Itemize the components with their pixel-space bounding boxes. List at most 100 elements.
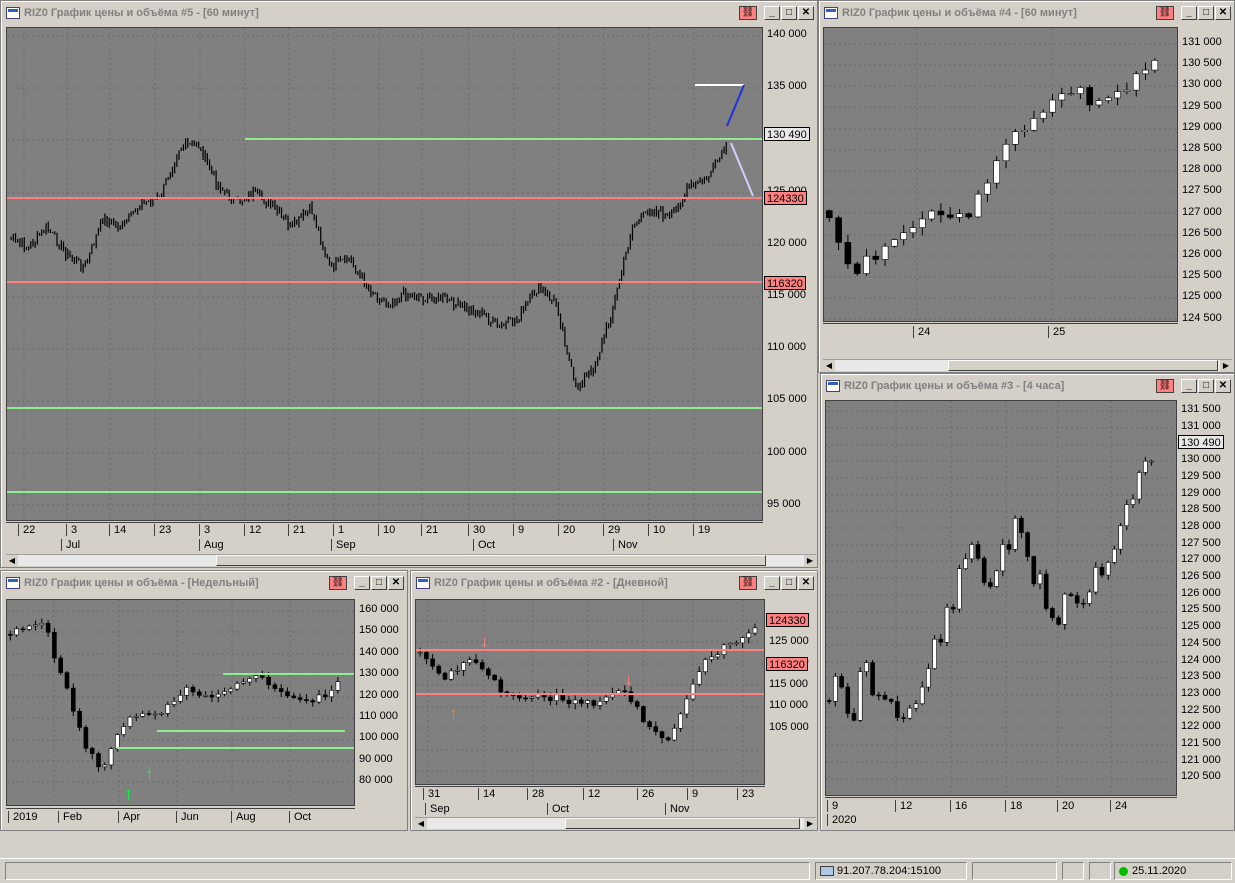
- scroll-right-icon[interactable]: ▶: [804, 555, 816, 566]
- candle-body: [1058, 93, 1066, 101]
- candle-body: [1081, 602, 1086, 605]
- price-tick-label: 130 000: [1182, 78, 1222, 91]
- price-tick-label: 131 000: [1181, 419, 1221, 432]
- scroll-left-icon[interactable]: ◀: [823, 360, 835, 371]
- close-button[interactable]: ✕: [388, 575, 404, 590]
- maximize-button[interactable]: □: [371, 575, 387, 590]
- horizontal-scrollbar[interactable]: ◀ ▶: [415, 817, 816, 829]
- chart-window-weekly[interactable]: RIZ0 График цены и объёма - [Недельный] …: [0, 570, 408, 831]
- server-connection-cell: 91.207.78.204:15100: [815, 862, 967, 880]
- price-tick-label: 126 000: [1182, 248, 1222, 260]
- window-titlebar[interactable]: RIZ0 График цены и объёма #2 - [Дневной]…: [413, 573, 815, 592]
- candle-body: [146, 713, 152, 715]
- minimize-button[interactable]: _: [1181, 378, 1197, 393]
- close-button[interactable]: ✕: [798, 5, 814, 20]
- minimize-button[interactable]: _: [354, 575, 370, 590]
- candle-body: [1114, 91, 1121, 99]
- candle-body: [1130, 498, 1136, 505]
- price-chart-area[interactable]: [825, 400, 1177, 796]
- candle-body: [1068, 593, 1074, 596]
- candle-body: [228, 688, 234, 692]
- chart-window-daily[interactable]: RIZ0 График цены и объёма #2 - [Дневной]…: [410, 570, 818, 831]
- scroll-thumb[interactable]: [948, 360, 1218, 371]
- candle-body: [215, 693, 221, 698]
- minimize-button[interactable]: _: [1181, 5, 1197, 20]
- window-titlebar[interactable]: RIZ0 График цены и объёма #5 - [60 минут…: [3, 3, 815, 22]
- candle-body: [616, 690, 621, 694]
- horizontal-scrollbar[interactable]: ◀ ▶: [6, 554, 816, 566]
- candle-body: [1056, 617, 1061, 625]
- maximize-button[interactable]: □: [781, 5, 797, 20]
- price-tick-label: 128 500: [1181, 503, 1221, 516]
- close-button[interactable]: ✕: [1215, 5, 1231, 20]
- price-tick-label: 131 000: [1182, 36, 1222, 48]
- time-tick-label: 3: [199, 524, 210, 536]
- minimize-button[interactable]: _: [764, 5, 780, 20]
- price-chart-area[interactable]: ↑ ↑: [6, 599, 355, 806]
- price-chart-area[interactable]: [6, 27, 763, 521]
- price-tick-label: 128 000: [1182, 163, 1222, 176]
- candle-body: [1124, 504, 1130, 527]
- maximize-button[interactable]: □: [1198, 5, 1214, 20]
- candle-body: [853, 263, 861, 274]
- link-icon[interactable]: ⛓: [739, 5, 757, 20]
- window-titlebar[interactable]: RIZ0 График цены и объёма - [Недельный] …: [3, 573, 405, 592]
- maximize-button[interactable]: □: [781, 575, 797, 590]
- price-tick-label: 115 000: [769, 677, 808, 690]
- horizontal-scrollbar[interactable]: ◀ ▶: [823, 359, 1232, 371]
- candle-body: [461, 662, 466, 671]
- candle-body: [1112, 548, 1117, 563]
- link-icon[interactable]: ⛓: [739, 575, 757, 590]
- price-chart-area[interactable]: [823, 27, 1178, 322]
- window-titlebar[interactable]: RIZ0 График цены и объёма #3 - [4 часа] …: [823, 376, 1232, 395]
- candle-body: [1104, 97, 1112, 101]
- scroll-thumb[interactable]: [565, 818, 800, 829]
- chart-window-60min-5[interactable]: RIZ0 График цены и объёма #5 - [60 минут…: [0, 0, 818, 568]
- window-title: RIZ0 График цены и объёма - [Недельный]: [24, 576, 259, 589]
- candle-body: [272, 684, 278, 689]
- time-axis: 2019 Feb Apr Jun Aug Oct: [6, 808, 355, 828]
- candle-body: [473, 659, 479, 663]
- scroll-right-icon[interactable]: ▶: [1220, 360, 1232, 371]
- candle-body: [974, 193, 982, 218]
- scroll-thumb[interactable]: [216, 555, 766, 566]
- candle-body: [937, 210, 945, 216]
- time-axis: 31 14 28 12 26 9 23 Sep Oct Nov: [415, 786, 765, 816]
- candle-body: [603, 696, 609, 702]
- chart-window-4h[interactable]: RIZ0 График цены и объёма #3 - [4 часа] …: [820, 373, 1235, 831]
- close-button[interactable]: ✕: [1215, 378, 1231, 393]
- maximize-button[interactable]: □: [1198, 378, 1214, 393]
- projection-line: [730, 142, 754, 197]
- candle-body: [965, 213, 973, 218]
- price-tick-label: 100 000: [767, 445, 807, 458]
- candle-body: [140, 713, 145, 717]
- candle-body: [857, 671, 863, 721]
- candle-body: [64, 672, 70, 689]
- candle-body: [479, 662, 485, 670]
- up-arrow-icon: ↑: [124, 784, 133, 804]
- link-icon[interactable]: ⛓: [1156, 5, 1174, 20]
- link-icon[interactable]: ⛓: [329, 575, 347, 590]
- time-tick-label: 10: [378, 524, 395, 536]
- price-chart-area[interactable]: ↓ ↓ ↑: [415, 599, 765, 785]
- time-tick-label: 21: [421, 524, 438, 536]
- link-icon[interactable]: ⛓: [1156, 378, 1174, 393]
- time-tick-label: 14: [478, 788, 495, 800]
- candle-body: [77, 710, 82, 728]
- candle-body: [127, 716, 133, 727]
- window-titlebar[interactable]: RIZ0 График цены и объёма #4 - [60 минут…: [821, 3, 1232, 22]
- price-tick-label: 130 500: [1182, 57, 1222, 70]
- candle-body: [950, 606, 956, 610]
- candle-body: [1118, 525, 1123, 550]
- candle-body: [891, 239, 898, 247]
- price-tick-label: 122 000: [1181, 720, 1221, 733]
- scroll-left-icon[interactable]: ◀: [6, 555, 18, 566]
- candle-body: [622, 690, 628, 693]
- scroll-right-icon[interactable]: ▶: [804, 818, 816, 829]
- candle-body: [665, 737, 671, 741]
- chart-window-60min-4[interactable]: RIZ0 График цены и объёма #4 - [60 минут…: [818, 0, 1235, 373]
- scroll-left-icon[interactable]: ◀: [415, 818, 427, 829]
- close-button[interactable]: ✕: [798, 575, 814, 590]
- minimize-button[interactable]: _: [764, 575, 780, 590]
- candle-body: [752, 627, 758, 634]
